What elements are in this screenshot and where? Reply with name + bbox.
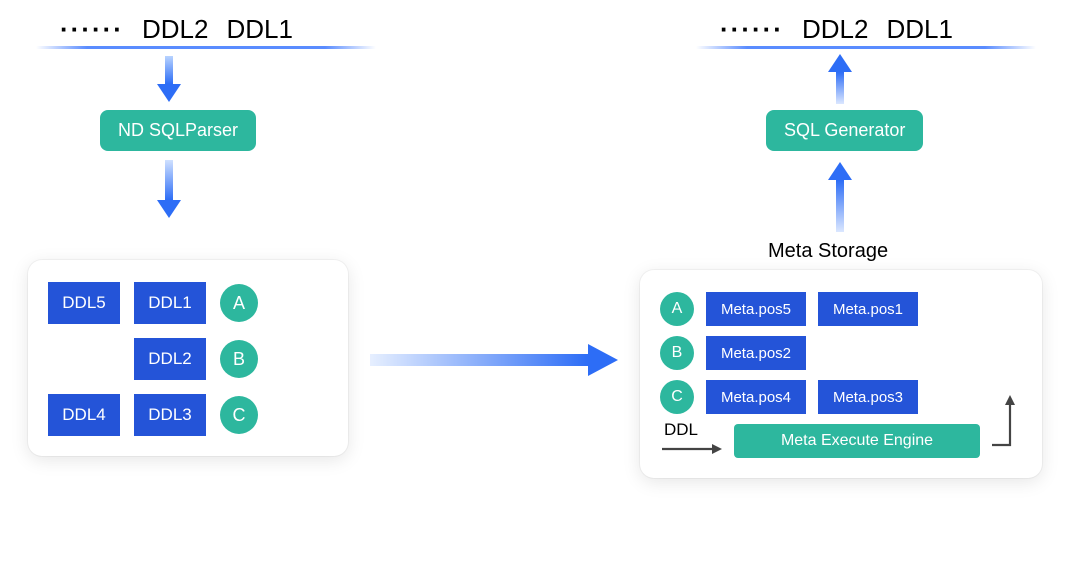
stream-ddl2: DDL2 [802,14,868,45]
group-a-badge: A [220,284,258,322]
meta-pos3-box: Meta.pos3 [818,380,918,414]
ddl5-box: DDL5 [48,282,120,324]
ddl-row-a: DDL5 DDL1 A [48,282,328,324]
ddl-to-engine: DDL [660,426,724,456]
meta-storage-card: A Meta.pos5 Meta.pos1 B Meta.pos2 C Meta… [640,270,1042,478]
ddl4-box: DDL4 [48,394,120,436]
arrow-right-thin-icon [660,442,724,456]
arrow-up-thin-icon [988,389,1022,449]
arrow-up-icon [826,160,854,232]
arrow-right-icon [370,340,620,380]
stream-ddl2: DDL2 [142,14,208,45]
nd-sqlparser-box: ND SQLParser [100,110,256,151]
group-a-badge: A [660,292,694,326]
group-c-badge: C [660,380,694,414]
meta-storage-label: Meta Storage [768,240,888,263]
meta-execute-engine-label: Meta Execute Engine [781,432,933,449]
stream-ddl1: DDL1 [226,14,292,45]
ellipsis: ······ [720,14,784,45]
meta-row-a: A Meta.pos5 Meta.pos1 [660,292,1022,326]
meta-execute-engine-box: Meta Execute Engine [734,424,980,458]
spacer [48,338,120,380]
ddl2-box: DDL2 [134,338,206,380]
group-b-badge: B [220,340,258,378]
nd-sqlparser-label: ND SQLParser [118,120,238,140]
ddl-input-label: DDL [664,420,698,440]
group-c-badge: C [220,396,258,434]
engine-row: DDL Meta Execute Engine [660,424,1022,458]
meta-pos5-box: Meta.pos5 [706,292,806,326]
ddl1-box: DDL1 [134,282,206,324]
group-b-badge: B [660,336,694,370]
arrow-down-icon [155,56,183,104]
arrow-up-icon [826,52,854,104]
right-stream-underline [696,46,1036,49]
sql-generator-label: SQL Generator [784,120,905,140]
sql-generator-box: SQL Generator [766,110,923,151]
meta-pos1-box: Meta.pos1 [818,292,918,326]
ddl-row-c: DDL4 DDL3 C [48,394,328,436]
left-stream-underline [36,46,376,49]
ddl3-box: DDL3 [134,394,206,436]
arrow-down-icon [155,160,183,220]
ellipsis: ······ [60,14,124,45]
meta-pos2-box: Meta.pos2 [706,336,806,370]
meta-pos4-box: Meta.pos4 [706,380,806,414]
stream-ddl1: DDL1 [886,14,952,45]
ddl-groups-card: DDL5 DDL1 A DDL2 B DDL4 DDL3 C [28,260,348,456]
meta-row-c: C Meta.pos4 Meta.pos3 [660,380,1022,414]
meta-row-b: B Meta.pos2 [660,336,1022,370]
ddl-row-b: DDL2 B [48,338,328,380]
